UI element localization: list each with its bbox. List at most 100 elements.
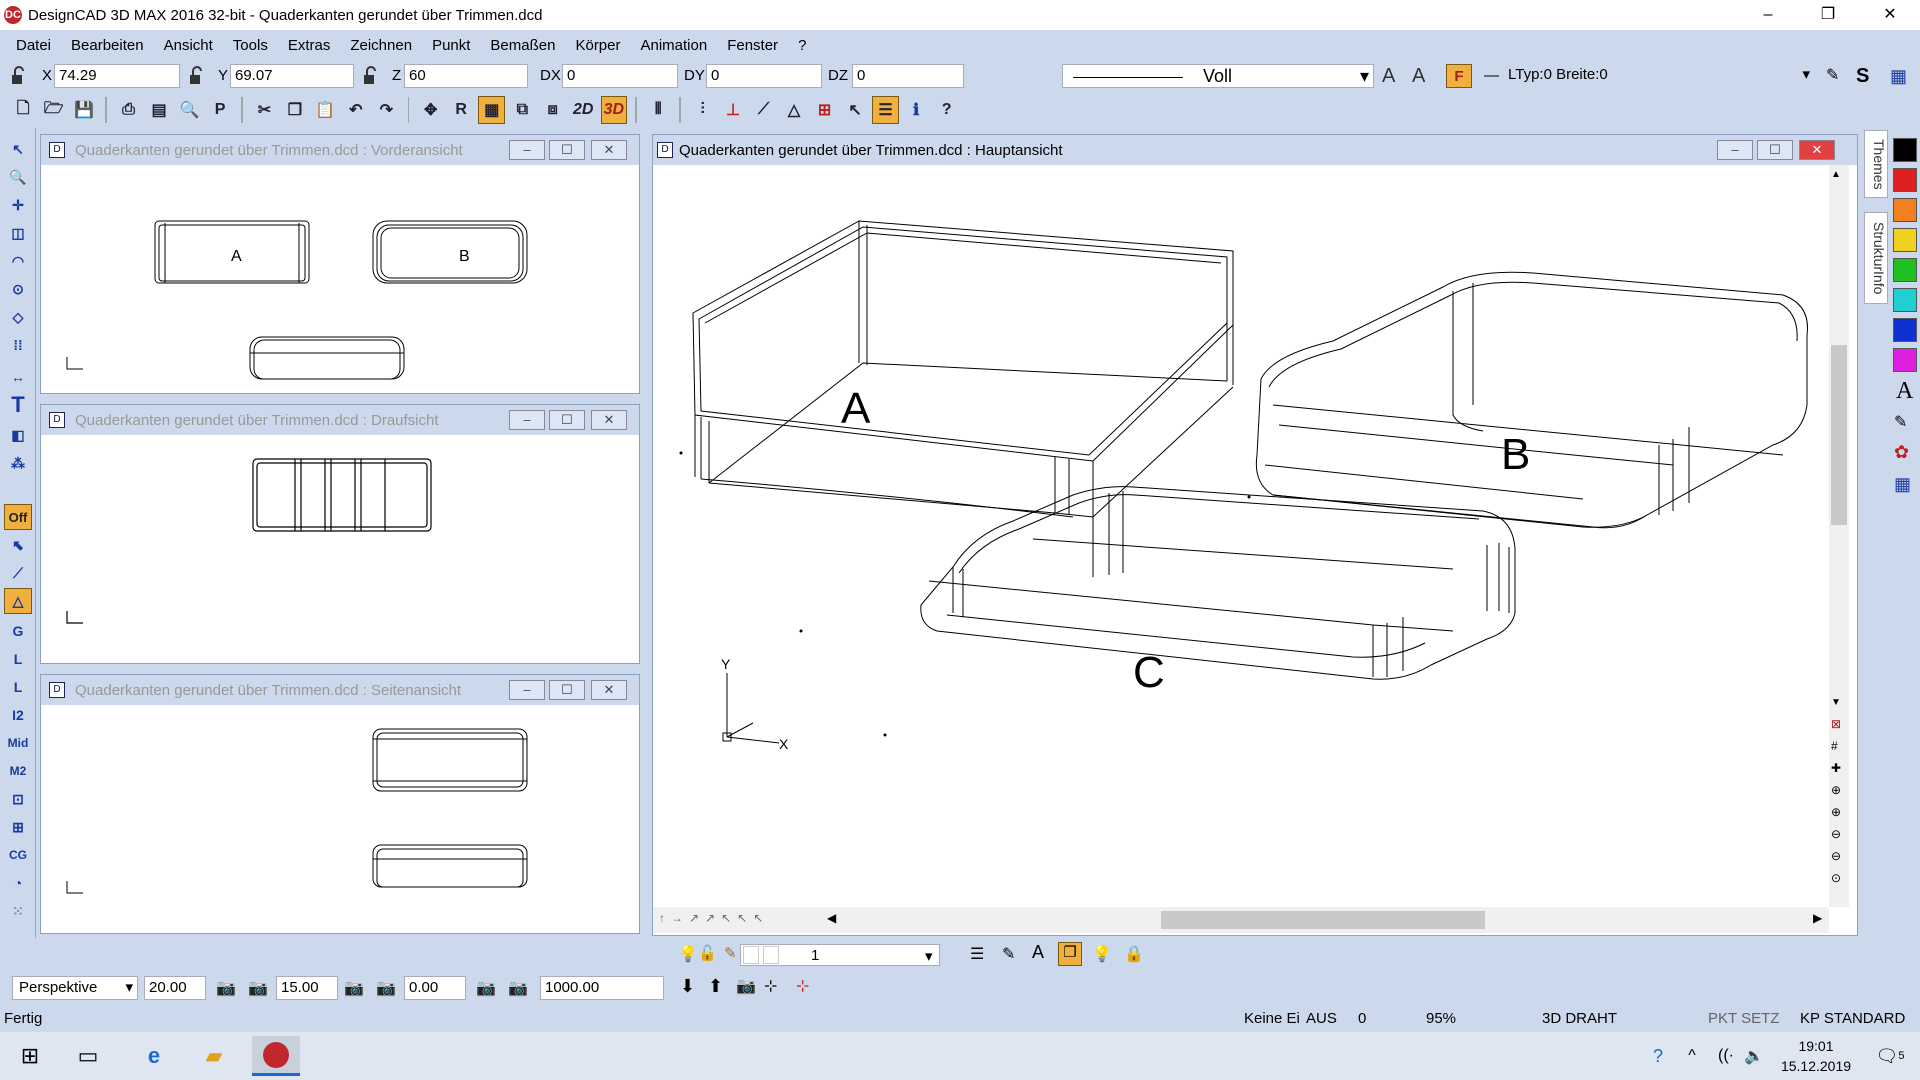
mode-3d-button[interactable]: 3D xyxy=(600,96,628,124)
snap-l1-button[interactable]: L xyxy=(4,674,32,700)
tab-themes[interactable]: Themes xyxy=(1864,130,1888,198)
print-setup-icon[interactable]: ▤ xyxy=(146,96,172,124)
triangle-icon[interactable]: △ xyxy=(781,96,807,124)
cut-icon[interactable]: ✂ xyxy=(251,96,277,124)
arrow-up-icon[interactable]: ⬆ xyxy=(708,976,723,997)
main-view-canvas[interactable]: A B C Y X xyxy=(653,165,1829,907)
camera-left-icon[interactable]: 📷 xyxy=(216,978,236,998)
text-style-icon[interactable]: A xyxy=(1896,378,1913,405)
snap-cg-button[interactable]: CG xyxy=(4,842,32,868)
select-tool-icon[interactable]: ⬉ xyxy=(4,532,32,558)
menu-fenster[interactable]: Fenster xyxy=(717,37,788,54)
menu-zeichnen[interactable]: Zeichnen xyxy=(340,37,422,54)
print-preview-icon[interactable]: 🔍 xyxy=(176,96,202,124)
zoom-icon[interactable]: 🔍 xyxy=(4,164,32,190)
view-arrows-icon[interactable]: ↑→↗↗↖↖↖ xyxy=(659,911,769,925)
scroll-thumb[interactable] xyxy=(1831,345,1847,525)
menu-koerper[interactable]: Körper xyxy=(565,37,630,54)
pan-plus-icon[interactable]: ✚ xyxy=(1831,761,1841,775)
text-plus-icon[interactable]: A xyxy=(1032,942,1044,963)
arrow-down-icon[interactable]: ⬇ xyxy=(680,976,695,997)
volume-icon[interactable]: 🔈 xyxy=(1730,1036,1778,1076)
maximize-button[interactable]: ☐ xyxy=(1757,140,1793,160)
brush-icon[interactable]: ✎ xyxy=(1826,64,1839,88)
snap-l-button[interactable]: L xyxy=(4,646,32,672)
redo-icon[interactable]: ↷ xyxy=(373,96,399,124)
ortho-icon[interactable]: ⫴ xyxy=(645,96,671,124)
camera-right-icon[interactable]: 📷 xyxy=(248,978,268,998)
camera-up-icon[interactable]: 📷 xyxy=(344,978,364,998)
properties-icon[interactable]: P xyxy=(207,96,233,124)
zoom-out-icon[interactable]: ⊖ xyxy=(1831,827,1841,841)
zoom-in-icon[interactable]: ⊕ xyxy=(1831,783,1841,797)
copy-layer-icon[interactable]: ❐ xyxy=(1058,942,1082,966)
zoom-window-icon[interactable]: ⊠ xyxy=(1831,717,1841,731)
color-yellow[interactable] xyxy=(1893,228,1917,252)
menu-extras[interactable]: Extras xyxy=(278,37,341,54)
menu-help[interactable]: ? xyxy=(788,37,816,54)
clock[interactable]: 19:01 15.12.2019 xyxy=(1776,1036,1856,1076)
wand-icon[interactable]: ⟋ xyxy=(4,560,32,586)
axis-icon[interactable]: ⊥ xyxy=(720,96,746,124)
snap-mid-button[interactable]: Mid xyxy=(4,730,32,756)
orbit-target-icon[interactable]: ⊹ xyxy=(796,976,809,996)
snap-tangent-icon[interactable]: ◔ xyxy=(4,870,32,896)
close-button[interactable]: ✕ xyxy=(591,140,627,160)
scroll-right-icon[interactable]: ▶ xyxy=(1813,911,1822,925)
front-view-canvas[interactable]: A B xyxy=(41,165,639,393)
windows-start-icon[interactable]: ⊞ xyxy=(6,1036,54,1076)
menu-punkt[interactable]: Punkt xyxy=(422,37,480,54)
brush-tool-icon[interactable]: ✎ xyxy=(1002,944,1015,964)
snap-triangle-icon[interactable]: △ xyxy=(4,588,32,614)
window-main-titlebar[interactable]: D Quaderkanten gerundet über Trimmen.dcd… xyxy=(653,135,1857,165)
distance-field[interactable]: 1000.00 xyxy=(540,976,664,1000)
palette-icon[interactable]: ✿ xyxy=(1894,442,1909,463)
restore-button[interactable]: ❐ xyxy=(1800,0,1856,30)
pan-icon[interactable]: ✥ xyxy=(417,96,443,124)
camera-zoom-out-icon[interactable]: 📷 xyxy=(508,978,528,998)
camera-icon[interactable]: 📷 xyxy=(736,976,756,996)
designcad-taskbar-icon[interactable] xyxy=(252,1036,300,1076)
select-arrow-icon[interactable]: ↖ xyxy=(842,96,868,124)
top-view-canvas[interactable] xyxy=(41,435,639,663)
menu-ansicht[interactable]: Ansicht xyxy=(154,37,223,54)
redraw-icon[interactable]: R xyxy=(448,96,474,124)
grid-toggle-icon[interactable]: # xyxy=(1831,739,1838,753)
open-folder-icon[interactable]: 🗁 xyxy=(40,96,66,124)
hatch-icon[interactable]: ☰ xyxy=(872,96,899,124)
color-green[interactable] xyxy=(1893,258,1917,282)
y-field[interactable]: 69.07 xyxy=(230,64,354,88)
twist-field[interactable]: 0.00 xyxy=(404,976,466,1000)
pen-icon[interactable]: ✎ xyxy=(1894,412,1907,432)
snap-grid-icon[interactable]: ⊞ xyxy=(4,814,32,840)
vertical-scrollbar[interactable]: ▲ ▼ ⊠ # ✚ ⊕ ⊕ ⊖ ⊖ ⊙ xyxy=(1829,165,1849,907)
print-icon[interactable]: ⎙ xyxy=(115,96,141,124)
color-orange[interactable] xyxy=(1893,198,1917,222)
pointer-icon[interactable]: ↖ xyxy=(4,136,32,162)
minimize-button[interactable]: – xyxy=(509,410,545,430)
ltyp-select[interactable]: LTyp:0 Breite:0 ▾ xyxy=(1504,64,1814,88)
line-point-icon[interactable]: ⟋ xyxy=(750,96,776,124)
help-pointer-icon[interactable]: ? xyxy=(933,96,959,124)
paste-icon[interactable]: 📋 xyxy=(312,96,338,124)
circle-icon[interactable]: ⊙ xyxy=(4,276,32,302)
minimize-button[interactable]: – xyxy=(1740,0,1796,30)
info-icon[interactable]: ℹ xyxy=(903,96,929,124)
minimize-button[interactable]: – xyxy=(509,680,545,700)
projection-select[interactable]: Perspektive ▾ xyxy=(12,976,138,1000)
close-button[interactable]: ✕ xyxy=(1862,0,1918,30)
color-red[interactable] xyxy=(1893,168,1917,192)
hscroll-thumb[interactable] xyxy=(1161,911,1485,929)
copy-icon[interactable]: ❐ xyxy=(282,96,308,124)
move-icon[interactable]: ✛ xyxy=(4,192,32,218)
camera-zoom-in-icon[interactable]: 📷 xyxy=(476,978,496,998)
font-plus-icon[interactable]: A xyxy=(1382,64,1395,88)
arc-icon[interactable]: ◠ xyxy=(4,248,32,274)
grid-snap-icon[interactable]: ▦ xyxy=(478,96,506,124)
font-icon[interactable]: A xyxy=(1412,64,1425,88)
snap-m2-button[interactable]: M2 xyxy=(4,758,32,784)
maximize-button[interactable]: ☐ xyxy=(549,140,585,160)
snap-off-button[interactable]: Off xyxy=(4,504,32,530)
solid-icon[interactable]: ◧ xyxy=(4,422,32,448)
layer-icon[interactable]: ⧉ xyxy=(509,96,535,124)
